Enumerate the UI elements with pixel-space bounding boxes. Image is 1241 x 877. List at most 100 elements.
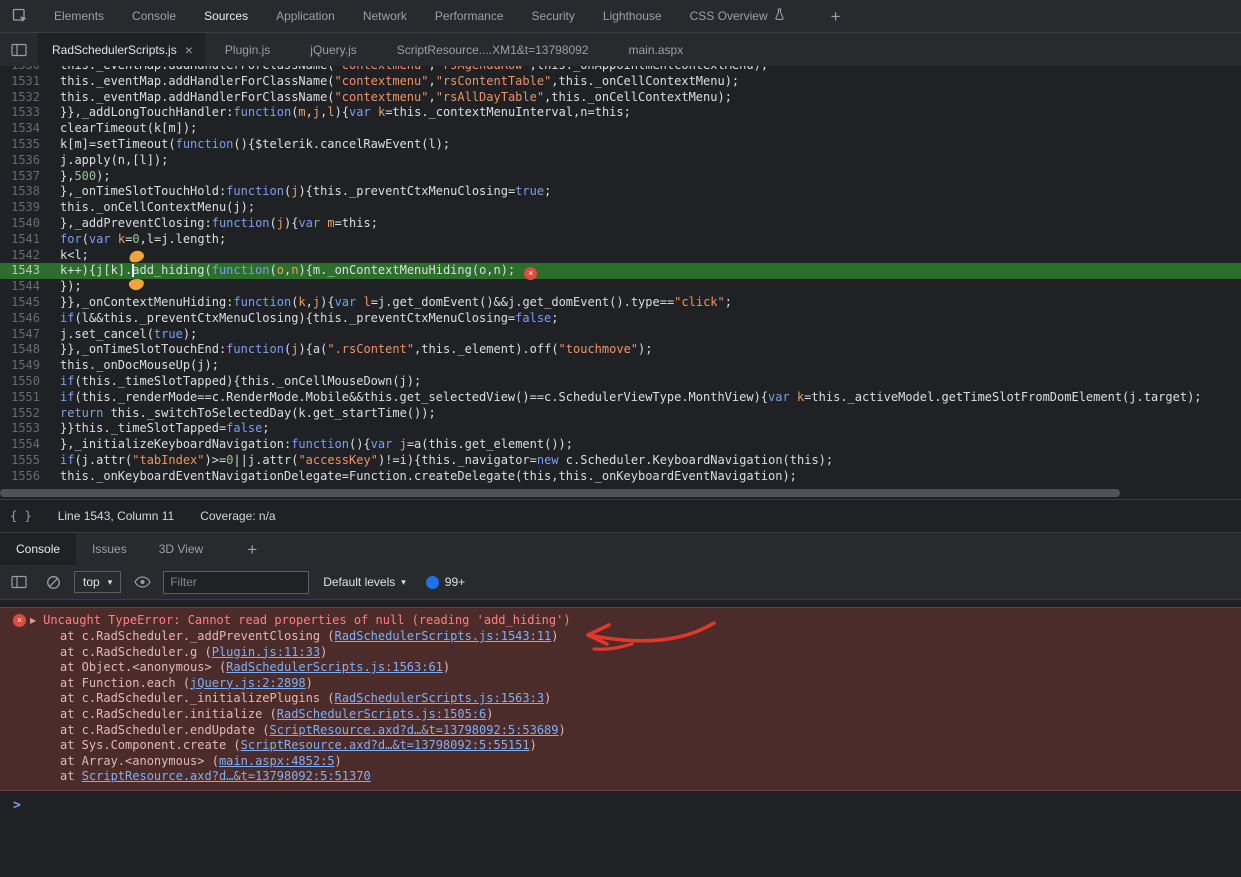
log-levels-dropdown[interactable]: Default levels ▾	[323, 575, 406, 589]
code-line: 1537 },500);	[0, 169, 1241, 185]
code-line: 1538},_onTimeSlotTouchHold:function(j){t…	[0, 184, 1241, 200]
line-number[interactable]: 1537	[0, 169, 40, 185]
line-number[interactable]: 1540	[0, 216, 40, 232]
main-toolbar: Elements ConsoleSources Application Network…	[0, 0, 1241, 33]
panel-tab-console[interactable]: Console	[118, 0, 190, 32]
panel-tab-label: Elements	[54, 9, 104, 23]
stack-frame: at ScriptResource.axd?d…&t=13798092:5:51…	[30, 769, 1241, 785]
stack-frame-text: at	[60, 769, 82, 783]
panel-tab-lighthouse[interactable]: Lighthouse	[589, 0, 676, 32]
panel-tab-network[interactable]: Network	[349, 0, 421, 32]
line-number[interactable]: 1550	[0, 374, 40, 390]
close-tab-icon[interactable]: ×	[185, 43, 193, 57]
panel-tab-label: Lighthouse	[603, 9, 662, 23]
stack-frame-link[interactable]: RadSchedulerScripts.js:1543:11	[335, 629, 552, 643]
stack-frame-text: )	[530, 738, 537, 752]
file-tab-label: ScriptResource....XM1&t=13798092	[397, 43, 589, 57]
panel-tab-elements[interactable]: Elements	[40, 0, 118, 32]
line-number[interactable]: 1530	[0, 66, 40, 74]
stack-frame-link[interactable]: Plugin.js:11:33	[212, 645, 320, 659]
stack-frame-link[interactable]: RadSchedulerScripts.js:1563:61	[226, 660, 443, 674]
line-number[interactable]: 1532	[0, 90, 40, 106]
inline-error-badge-icon[interactable]: ×	[524, 267, 537, 280]
line-number[interactable]: 1556	[0, 469, 40, 485]
line-number[interactable]: 1543	[0, 263, 40, 279]
code-line: 1540},_addPreventClosing:function(j){var…	[0, 216, 1241, 232]
panel-tab-label: Application	[276, 9, 335, 23]
panel-tab-bar: Elements ConsoleSources Application Network…	[40, 0, 799, 32]
stack-frame-link[interactable]: main.aspx:4852:5	[219, 754, 335, 768]
line-number[interactable]: 1534	[0, 121, 40, 137]
panel-tab-application[interactable]: Application	[262, 0, 349, 32]
inspect-element-button[interactable]	[0, 0, 40, 32]
console-sidebar-toggle[interactable]	[6, 570, 32, 594]
editor-status-bar: { } Line 1543, Column 11 Coverage: n/a	[0, 499, 1241, 532]
stack-frame-link[interactable]: RadSchedulerScripts.js:1563:3	[335, 691, 545, 705]
drawer-tab-console[interactable]: Console	[0, 533, 76, 565]
scrollbar-thumb[interactable]	[0, 489, 1120, 497]
line-number[interactable]: 1553	[0, 421, 40, 437]
stack-frame: at c.RadScheduler._initializePlugins (Ra…	[30, 691, 1241, 707]
code-line: 1546if(l&&this._preventCtxMenuClosing){t…	[0, 311, 1241, 327]
navigator-toggle-button[interactable]	[0, 33, 38, 66]
code-text: }},_onContextMenuHiding:function(k,j){va…	[60, 295, 732, 311]
panel-tab-label: Performance	[435, 9, 504, 23]
line-number[interactable]: 1548	[0, 342, 40, 358]
line-number[interactable]: 1555	[0, 453, 40, 469]
line-number[interactable]: 1542	[0, 248, 40, 264]
file-tab-plugin-js[interactable]: Plugin.js	[205, 33, 290, 66]
drawer-tab-issues[interactable]: Issues	[76, 533, 143, 565]
stack-frame-text: )	[443, 660, 450, 674]
stack-frame-link[interactable]: ScriptResource.axd?d…&t=13798092:5:51370	[82, 769, 371, 783]
file-tab-bar: RadSchedulerScripts.js×Plugin.jsjQuery.j…	[0, 33, 1241, 66]
code-line: 1556this._onKeyboardEventNavigationDeleg…	[0, 469, 1241, 485]
code-text: }},_onTimeSlotTouchEnd:function(j){a(".r…	[60, 342, 652, 358]
file-tab-radschedulerscripts-js[interactable]: RadSchedulerScripts.js×	[38, 33, 205, 66]
panel-tab-sources[interactable]: Sources	[190, 0, 262, 32]
line-number[interactable]: 1538	[0, 184, 40, 200]
code-line: 1545 }},_onContextMenuHiding:function(k,j…	[0, 295, 1241, 311]
line-number[interactable]: 1549	[0, 358, 40, 374]
horizontal-scrollbar[interactable]	[0, 487, 1241, 499]
console-filter-input[interactable]	[163, 571, 309, 594]
line-number[interactable]: 1547	[0, 327, 40, 343]
panel-tab-performance[interactable]: Performance	[421, 0, 518, 32]
panel-tab-css-overview[interactable]: CSS Overview	[676, 0, 799, 32]
pretty-print-button[interactable]: { }	[10, 509, 32, 523]
line-number[interactable]: 1541	[0, 232, 40, 248]
line-number[interactable]: 1531	[0, 74, 40, 90]
file-tab-scriptresource-xm1-t-13798092[interactable]: ScriptResource....XM1&t=13798092	[377, 33, 609, 66]
line-number[interactable]: 1536	[0, 153, 40, 169]
file-tab-main-aspx[interactable]: main.aspx	[609, 33, 704, 66]
line-number[interactable]: 1539	[0, 200, 40, 216]
stack-frame-link[interactable]: ScriptResource.axd?d…&t=13798092:5:55151	[241, 738, 530, 752]
stack-frame-text: at c.RadScheduler.endUpdate (	[60, 723, 270, 737]
code-text: clearTimeout(k[m]);	[60, 121, 197, 137]
console-prompt[interactable]: >	[0, 798, 1241, 814]
create-live-expression-button[interactable]	[129, 570, 155, 594]
more-drawer-tools-button[interactable]: +	[237, 541, 267, 558]
drawer-tab-3d-view[interactable]: 3D View	[143, 533, 219, 565]
line-number[interactable]: 1551	[0, 390, 40, 406]
line-number[interactable]: 1546	[0, 311, 40, 327]
code-line: 1544});	[0, 279, 1241, 295]
stack-frame-link[interactable]: jQuery.js:2:2898	[190, 676, 306, 690]
line-number[interactable]: 1544	[0, 279, 40, 295]
code-text: },500);	[60, 169, 111, 185]
line-number[interactable]: 1533	[0, 105, 40, 121]
file-tab-jquery-js[interactable]: jQuery.js	[290, 33, 376, 66]
expand-triangle-icon[interactable]: ▶	[30, 613, 36, 629]
stack-frame-link[interactable]: ScriptResource.axd?d…&t=13798092:5:53689	[270, 723, 559, 737]
clear-console-button[interactable]	[40, 570, 66, 594]
messages-count-badge[interactable]: 99+	[426, 575, 465, 589]
line-number[interactable]: 1552	[0, 406, 40, 422]
javascript-context-selector[interactable]: top ▾	[74, 571, 121, 593]
line-number[interactable]: 1545	[0, 295, 40, 311]
line-number[interactable]: 1535	[0, 137, 40, 153]
stack-frame-link[interactable]: RadSchedulerScripts.js:1505:6	[277, 707, 487, 721]
more-tabs-button[interactable]: +	[821, 8, 851, 25]
line-number[interactable]: 1554	[0, 437, 40, 453]
source-editor[interactable]: 1530this._eventMap.addHandlerForClassNam…	[0, 66, 1241, 499]
panel-tab-security[interactable]: Security	[518, 0, 589, 32]
drawer-tab-bar: ConsoleIssues3D View +	[0, 532, 1241, 565]
